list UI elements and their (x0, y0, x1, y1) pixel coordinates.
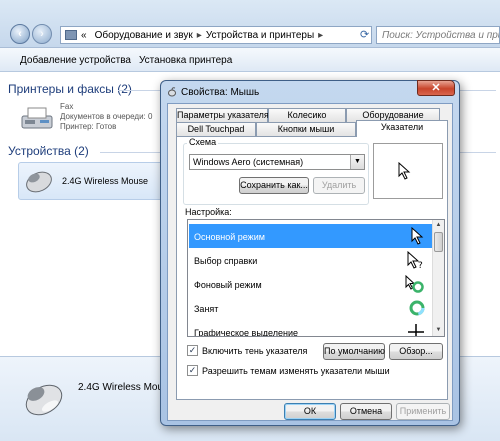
arrow-cursor-icon (411, 227, 424, 245)
dialog-title: Свойства: Мышь (181, 86, 260, 98)
printers-header-label: Принтеры и факсы (2) (8, 82, 132, 96)
fax-name: Fax (60, 102, 74, 111)
list-item-precision-select[interactable]: Графическое выделение (189, 320, 433, 337)
list-item-normal-select[interactable]: Основной режим (189, 224, 433, 248)
working-in-background-cursor-icon (405, 275, 424, 293)
fax-queue: Документов в очереди: 0 (60, 112, 153, 121)
breadcrumb-devices[interactable]: Устройства и принтеры (206, 30, 314, 41)
address-field[interactable]: « Оборудование и звук ▸ Устройства и при… (60, 26, 372, 44)
list-item-working-background[interactable]: Фоновый режим (189, 272, 433, 296)
scroll-down-arrow-icon[interactable]: ▼ (433, 325, 444, 336)
add-printer-button[interactable]: Установка принтера (139, 55, 232, 66)
search-input[interactable]: Поиск: Устройства и принт (376, 26, 500, 44)
devices-header-label: Устройства (2) (8, 144, 89, 158)
pointer-preview (373, 143, 443, 199)
cancel-button[interactable]: Отмена (340, 403, 392, 420)
help-cursor-icon: ? (407, 251, 423, 269)
scheme-label: Схема (187, 137, 219, 147)
mouse-title-icon (168, 87, 176, 97)
customize-label: Настройка: (185, 207, 232, 217)
browse-button[interactable]: Обзор... (389, 343, 443, 360)
pointer-shadow-checkbox[interactable]: ✓ (187, 345, 198, 356)
chevron-down-icon: ▼ (350, 155, 364, 169)
ok-button[interactable]: ОК (284, 403, 336, 420)
forward-button[interactable]: › (32, 24, 52, 44)
close-button[interactable]: ✕ (417, 80, 455, 96)
scroll-up-arrow-icon[interactable]: ▲ (433, 220, 444, 231)
mouse-properties-dialog: Свойства: Мышь ✕ Параметры указателя Кол… (160, 80, 460, 426)
delete-button[interactable]: Удалить (313, 177, 365, 194)
arrow-cursor-icon (398, 162, 411, 180)
pointers-tab-panel: Схема Windows Aero (системная) ▼ Сохрани… (176, 136, 448, 400)
list-item-label: Графическое выделение (194, 328, 299, 337)
fax-status: Принтер: Готов (60, 122, 117, 131)
scheme-select[interactable]: Windows Aero (системная) ▼ (189, 154, 365, 170)
breadcrumb-separator[interactable]: ▸ (197, 30, 202, 41)
list-item-label: Выбор справки (194, 256, 258, 266)
svg-text:?: ? (418, 261, 423, 269)
add-device-button[interactable]: Добавление устройства (20, 55, 131, 66)
breadcrumb-separator[interactable]: ▸ (318, 30, 323, 41)
tab-buttons[interactable]: Кнопки мыши (256, 122, 356, 136)
scroll-thumb[interactable] (434, 232, 443, 252)
device-mouse-label: 2.4G Wireless Mouse (62, 176, 149, 186)
use-default-button[interactable]: По умолчанию (323, 343, 385, 360)
list-item-label: Занят (194, 304, 219, 314)
list-item-help-select[interactable]: Выбор справки ? (189, 248, 433, 272)
breadcrumb-hardware[interactable]: Оборудование и звук (95, 30, 193, 41)
themes-change-pointers-checkbox[interactable]: ✓ (187, 365, 198, 376)
tab-dell-touchpad[interactable]: Dell Touchpad (176, 122, 256, 136)
tab-pointers[interactable]: Указатели (356, 120, 448, 137)
list-item-label: Фоновый режим (194, 280, 262, 290)
list-item-label: Основной режим (194, 232, 265, 242)
breadcrumb-prefix: « (81, 29, 87, 41)
mouse-icon (25, 384, 63, 416)
pointer-list-scrollbar[interactable]: ▲ ▼ (432, 220, 444, 336)
dialog-title-bar: Свойства: Мышь (167, 85, 259, 99)
pointer-shadow-label: Включить тень указателя (202, 346, 308, 356)
pointer-list[interactable]: Основной режим Выбор справки ? Фоновый р… (187, 219, 445, 337)
fax-icon[interactable] (20, 106, 54, 132)
tab-wheel[interactable]: Колесико (268, 108, 346, 122)
scheme-value: Windows Aero (системная) (193, 157, 304, 167)
precision-select-cursor-icon (408, 324, 424, 336)
back-button[interactable]: ‹ (10, 24, 30, 44)
scheme-group (183, 143, 369, 205)
control-panel-icon (65, 30, 77, 40)
refresh-icon[interactable]: ⟳ (360, 28, 372, 42)
mouse-icon (26, 171, 52, 193)
busy-cursor-icon (409, 300, 425, 316)
fax-details[interactable]: Fax Документов в очереди: 0 Принтер: Гот… (60, 102, 152, 132)
save-as-button[interactable]: Сохранить как... (239, 177, 309, 194)
list-item-busy[interactable]: Занят (189, 296, 433, 320)
themes-change-pointers-label: Разрешить темам изменять указатели мыши (202, 366, 390, 376)
address-bar-area: ‹ › « Оборудование и звук ▸ Устройства и… (0, 0, 500, 48)
apply-button[interactable]: Применить (396, 403, 450, 420)
dialog-body: Параметры указателя Колесико Оборудовани… (167, 103, 453, 421)
command-bar: Добавление устройства Установка принтера (0, 48, 500, 72)
tab-pointer-options[interactable]: Параметры указателя (176, 108, 269, 122)
